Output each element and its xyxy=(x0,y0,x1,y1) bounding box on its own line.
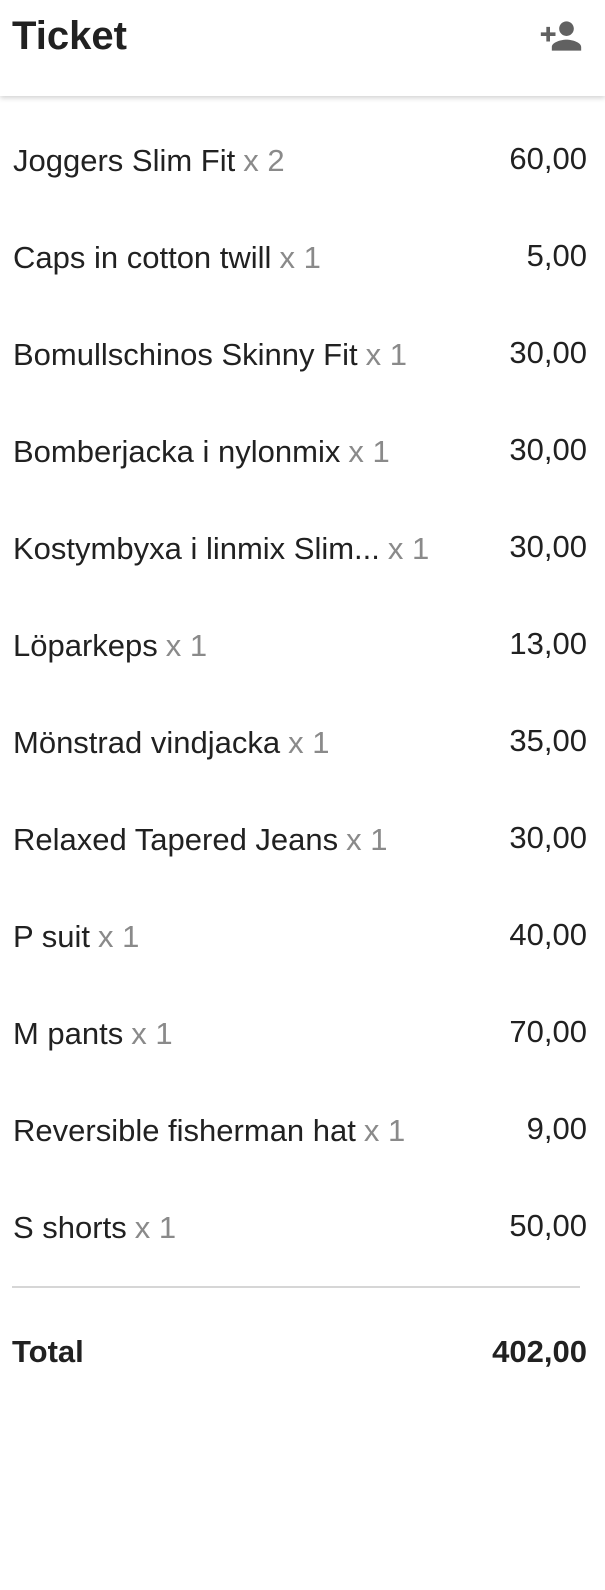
item-quantity: x 1 xyxy=(365,337,407,372)
item-name: Bomberjacka i nylonmix xyxy=(13,434,341,469)
item-price: 60,00 xyxy=(509,141,587,176)
item-price: 5,00 xyxy=(526,238,587,273)
total-value: 402,00 xyxy=(492,1334,587,1369)
page-title: Ticket xyxy=(12,14,127,58)
item-quantity: x 1 xyxy=(131,1016,173,1051)
item-price: 9,00 xyxy=(526,1111,587,1146)
ticket-item-row[interactable]: Caps in cotton twill x 1 5,00 xyxy=(0,210,605,307)
item-name: M pants xyxy=(13,1016,124,1051)
item-quantity: x 2 xyxy=(243,143,285,178)
ticket-item-row[interactable]: Kostymbyxa i linmix Slim... x 1 30,00 xyxy=(0,501,605,598)
item-price: 13,00 xyxy=(509,626,587,661)
item-quantity: x 1 xyxy=(279,240,321,275)
person-add-icon xyxy=(540,21,582,51)
item-name: Relaxed Tapered Jeans xyxy=(13,822,339,857)
ticket-item-row[interactable]: Bomullschinos Skinny Fit x 1 30,00 xyxy=(0,307,605,404)
total-divider xyxy=(12,1286,580,1288)
ticket-item-row[interactable]: Löparkeps x 1 13,00 xyxy=(0,598,605,695)
item-price: 70,00 xyxy=(509,1014,587,1049)
item-name: Bomullschinos Skinny Fit xyxy=(13,337,358,372)
item-quantity: x 1 xyxy=(97,919,140,954)
ticket-item-row[interactable]: M pants x 1 70,00 xyxy=(0,986,605,1083)
ticket-item-row[interactable]: S shorts x 1 50,00 xyxy=(0,1180,605,1277)
ticket-item-row[interactable]: Mönstrad vindjacka x 1 35,00 xyxy=(0,695,605,792)
item-name: Caps in cotton twill xyxy=(13,240,272,275)
total-row: Total 402,00 xyxy=(0,1330,605,1376)
item-name: P suit xyxy=(13,919,90,954)
item-price: 30,00 xyxy=(509,335,587,370)
item-quantity: x 1 xyxy=(288,725,330,760)
item-quantity: x 1 xyxy=(134,1210,177,1245)
item-name: Löparkeps xyxy=(13,628,158,663)
item-price: 50,00 xyxy=(509,1208,587,1243)
item-name: Reversible fisherman hat xyxy=(13,1113,356,1148)
item-quantity: x 1 xyxy=(387,531,430,566)
item-price: 30,00 xyxy=(509,529,587,564)
item-name: Joggers Slim Fit xyxy=(13,143,236,178)
ticket-item-row[interactable]: Bomberjacka i nylonmix x 1 30,00 xyxy=(0,404,605,501)
item-quantity: x 1 xyxy=(348,434,390,469)
item-price: 35,00 xyxy=(509,723,587,758)
ticket-item-row[interactable]: Relaxed Tapered Jeans x 1 30,00 xyxy=(0,792,605,889)
ticket-item-list: Joggers Slim Fit x 2 60,00 Caps in cotton… xyxy=(0,113,605,1277)
app-bar: Ticket xyxy=(0,0,605,96)
ticket-item-row[interactable]: P suit x 1 40,00 xyxy=(0,889,605,986)
ticket-item-row[interactable]: Reversible fisherman hat x 1 9,00 xyxy=(0,1083,605,1180)
item-price: 30,00 xyxy=(509,432,587,467)
item-quantity: x 1 xyxy=(363,1113,406,1148)
add-customer-button[interactable] xyxy=(535,14,587,58)
item-quantity: x 1 xyxy=(346,822,388,857)
item-name: Kostymbyxa i linmix Slim... xyxy=(13,531,380,566)
total-label: Total xyxy=(12,1334,84,1369)
item-name: Mönstrad vindjacka xyxy=(13,725,281,760)
item-quantity: x 1 xyxy=(165,628,208,663)
item-price: 30,00 xyxy=(509,820,587,855)
ticket-item-row[interactable]: Joggers Slim Fit x 2 60,00 xyxy=(0,113,605,210)
item-name: S shorts xyxy=(13,1210,127,1245)
item-price: 40,00 xyxy=(509,917,587,952)
